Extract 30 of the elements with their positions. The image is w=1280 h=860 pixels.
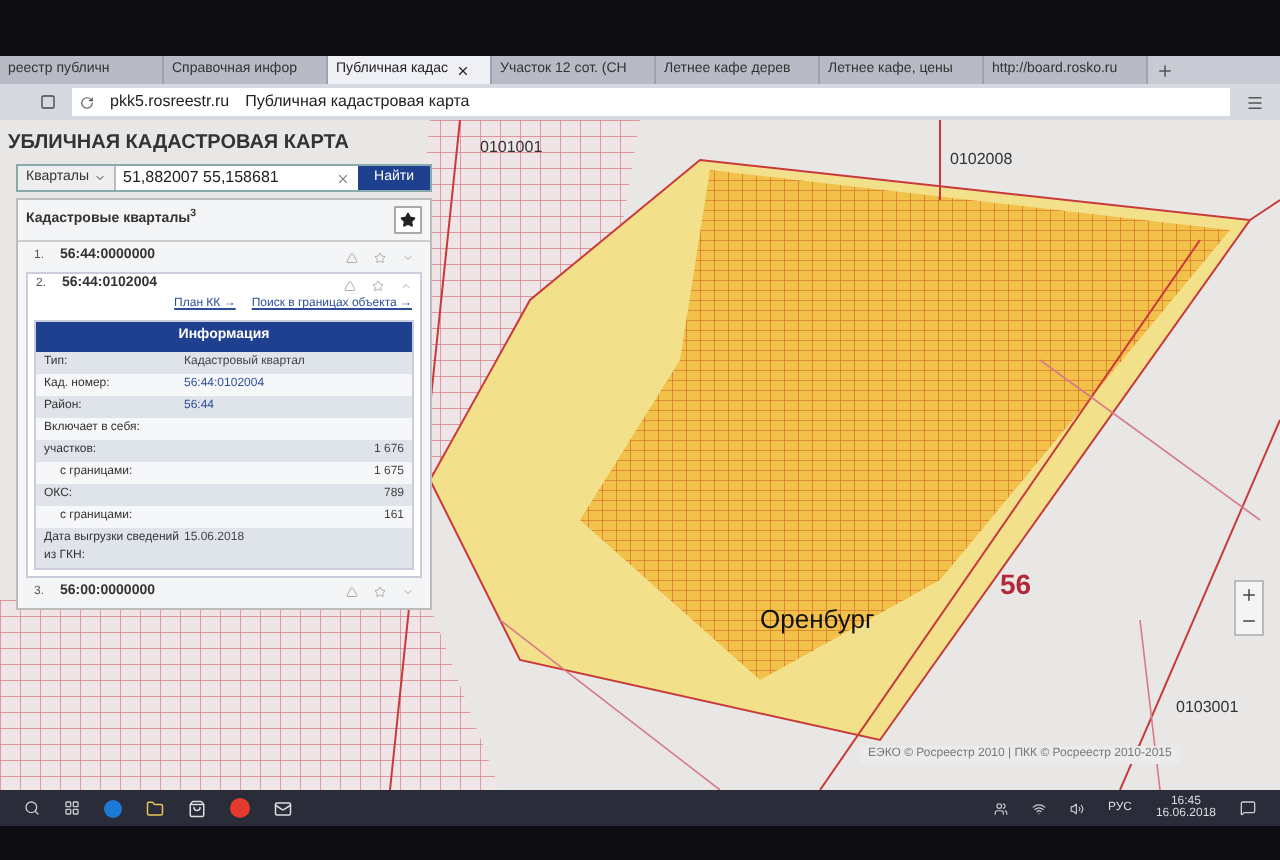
zoom-in-icon[interactable]	[1240, 586, 1258, 604]
url-domain: pkk5.rosreestr.ru	[110, 90, 230, 114]
new-tab-icon[interactable]	[1156, 61, 1174, 79]
task-view-icon[interactable]	[64, 800, 80, 816]
menu-icon[interactable]	[1246, 93, 1264, 111]
url-field[interactable]: pkk5.rosreestr.ru Публичная кадастровая карта	[72, 88, 1230, 116]
store-icon[interactable]	[188, 799, 206, 817]
network-icon[interactable]	[1031, 801, 1046, 815]
result-item[interactable]	[26, 272, 422, 577]
app-title: УБЛИЧНАЯ КАДАСТРОВАЯ КАРТА	[6, 130, 351, 158]
reload-icon[interactable]	[80, 95, 94, 109]
mail-icon[interactable]	[274, 799, 292, 817]
star-icon	[400, 212, 416, 228]
warning-icon[interactable]	[344, 279, 356, 291]
notifications-icon[interactable]	[1240, 800, 1256, 816]
close-icon[interactable]	[456, 63, 471, 77]
map-label: 0102008	[950, 148, 1013, 172]
favorites-button[interactable]	[394, 206, 422, 234]
people-icon[interactable]	[993, 801, 1008, 815]
folder-icon[interactable]	[146, 799, 164, 817]
map-label: 56	[1000, 566, 1032, 604]
search-icon[interactable]	[24, 800, 40, 816]
star-icon[interactable]	[372, 279, 384, 291]
star-icon[interactable]	[374, 251, 386, 263]
map-label: 0101001	[480, 136, 543, 160]
star-icon[interactable]	[374, 586, 386, 598]
volume-icon[interactable]	[1069, 801, 1084, 815]
map-label: 0103001	[1176, 696, 1239, 720]
page-title: Публичная кадастровая карта	[245, 90, 470, 114]
map-label: Оренбург	[760, 602, 875, 638]
